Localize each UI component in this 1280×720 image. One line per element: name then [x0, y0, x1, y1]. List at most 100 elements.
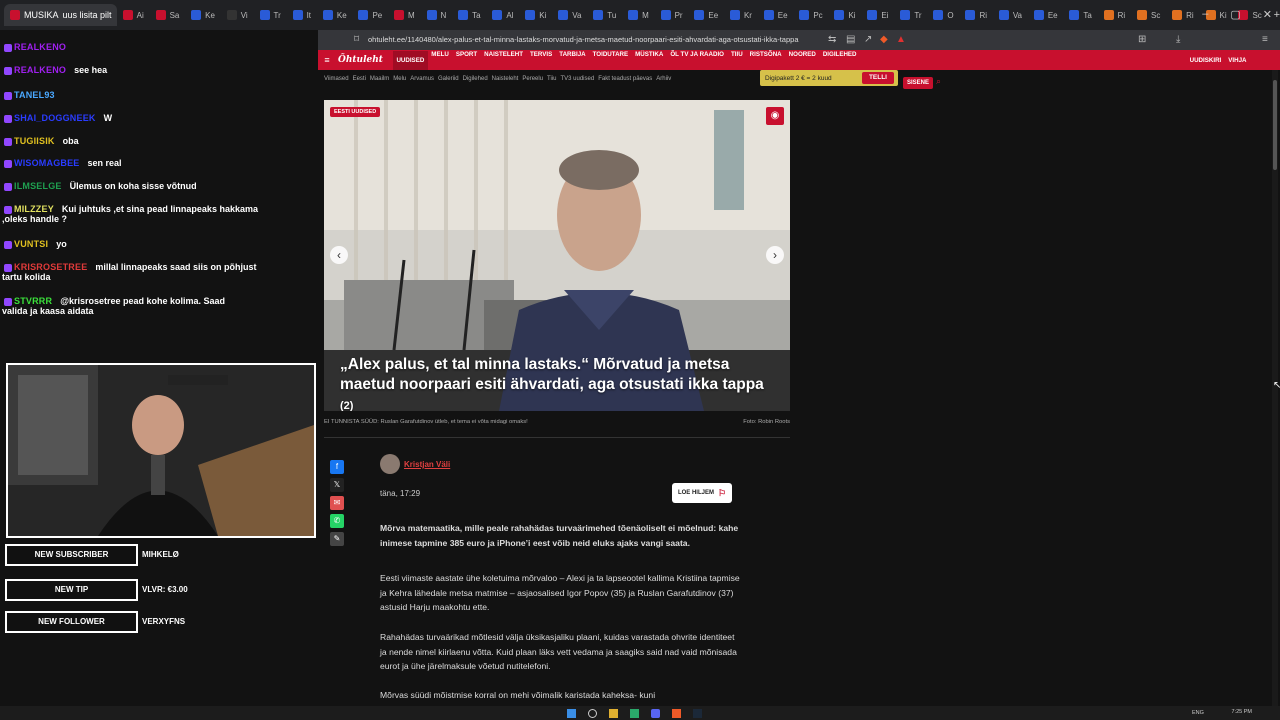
subnav-item[interactable]: Maailm [370, 76, 389, 82]
explorer-icon[interactable] [609, 709, 618, 718]
chat-username[interactable]: TUGIISIK [14, 136, 55, 146]
browser-tab[interactable]: Tr [254, 4, 287, 26]
steam-icon[interactable] [693, 709, 702, 718]
chat-username[interactable]: TANEL93 [14, 90, 55, 100]
browser-tab[interactable]: Pe [352, 4, 388, 26]
browser-tab[interactable]: Ki [828, 4, 861, 26]
shield-icon[interactable]: ◆ [880, 30, 888, 50]
subnav-item[interactable]: Naisteleht [492, 76, 519, 82]
extensions-icon[interactable]: ⊞ [1138, 30, 1146, 50]
promo-banner[interactable]: Digipakett 2 € = 2 kuud TELLI [760, 70, 898, 86]
browser-tab[interactable]: Sa [150, 4, 186, 26]
hamburger-icon[interactable]: ≡ [318, 55, 336, 65]
browser-tab[interactable]: Pr [655, 4, 689, 26]
nav-item[interactable]: TARBIJA [556, 51, 589, 70]
subnav-item[interactable]: Arhiiv [656, 76, 671, 82]
read-later-button[interactable]: LOE HILJEM ⚐ [672, 483, 732, 503]
email-icon[interactable]: ✉ [330, 496, 344, 510]
browser-tab[interactable]: Ee [758, 4, 794, 26]
browser-tab[interactable]: Pc [793, 4, 828, 26]
nav-item[interactable]: TERVIS [527, 51, 556, 70]
camera-icon[interactable]: ◉ [766, 107, 784, 125]
chat-username[interactable]: MILZZEY [14, 204, 54, 214]
category-tag[interactable]: EESTI UUDISED [330, 107, 381, 117]
rewards-icon[interactable]: ▲ [896, 30, 906, 50]
new-tab-icon[interactable]: + [1274, 9, 1280, 21]
translate-icon[interactable]: ⇆ [828, 30, 836, 50]
browser-tab[interactable]: Ee [1028, 4, 1064, 26]
browser-tab[interactable]: N [421, 4, 453, 26]
browser-tab[interactable]: It [287, 4, 317, 26]
subnav-item[interactable]: TV3 uudised [561, 76, 595, 82]
chat-username[interactable]: REALKENO [14, 42, 66, 52]
clock[interactable]: 7:25 PM [1232, 709, 1252, 715]
nav-item[interactable]: UUDISED [392, 50, 428, 70]
maximize-icon[interactable]: ▢ [1230, 8, 1240, 21]
url-field[interactable]: ohtuleht.ee/1140480/alex-palus-et-tal-mi… [368, 33, 828, 47]
nav-item[interactable]: SPORT [452, 51, 480, 70]
subnav-item[interactable]: Arvamus [410, 76, 434, 82]
subscribe-button[interactable]: TELLI [861, 72, 894, 84]
subnav-item[interactable]: Pereelu [522, 76, 543, 82]
browser-tab[interactable]: MUSIKA uus lisita pilt [4, 4, 117, 26]
browser-tab[interactable]: Ai [117, 4, 150, 26]
nav-item[interactable]: NAISTELEHT [481, 51, 527, 70]
chat-username[interactable]: SHAI_DOGGNEEK [14, 113, 96, 123]
hero-image[interactable]: EESTI UUDISED ◉ ‹ › „Alex palus, et tal … [324, 100, 790, 411]
browser-tab[interactable]: Tr [894, 4, 927, 26]
edit-icon[interactable]: ✎ [330, 532, 344, 546]
browser-tab[interactable]: Ri [1098, 4, 1131, 26]
chat-username[interactable]: STVRRR [14, 296, 52, 306]
nav-item[interactable]: MELU [428, 51, 453, 70]
next-arrow-icon[interactable]: › [766, 246, 784, 264]
minimize-icon[interactable]: – [1202, 8, 1208, 21]
article-headline[interactable]: „Alex palus, et tal minna lastaks.“ Mõrv… [340, 355, 770, 411]
browser-tab[interactable]: O [927, 4, 959, 26]
browser-tab[interactable]: Al [486, 4, 519, 26]
share-icon[interactable]: ↗ [864, 30, 872, 50]
subnav-item[interactable]: Fakt teadust päevas [598, 76, 652, 82]
browser-tab[interactable]: Ei [861, 4, 894, 26]
nav-item[interactable]: NOORED [785, 51, 819, 70]
chat-username[interactable]: WISOMAGBEE [14, 158, 80, 168]
whatsapp-icon[interactable]: ✆ [330, 514, 344, 528]
browser-tab[interactable]: Va [993, 4, 1028, 26]
app-icon[interactable] [630, 709, 639, 718]
browser-tab[interactable]: Ri [1166, 4, 1199, 26]
brave-icon[interactable] [672, 709, 681, 718]
language-indicator[interactable]: ENG [1192, 710, 1204, 716]
nav-item[interactable]: ÕL TV JA RAADIO [667, 51, 728, 70]
facebook-icon[interactable]: f [330, 460, 344, 474]
chat-username[interactable]: KRISROSETREE [14, 262, 87, 272]
menu-icon[interactable]: ≡ [1262, 30, 1268, 50]
author-avatar[interactable] [380, 454, 400, 474]
subnav-item[interactable]: Viimased [324, 76, 349, 82]
site-logo[interactable]: Õhtuleht [336, 55, 393, 65]
login-button[interactable]: SISENE [903, 77, 934, 89]
browser-tab[interactable]: Va [552, 4, 587, 26]
browser-tab[interactable]: Ee [688, 4, 724, 26]
scrollbar-thumb[interactable] [1273, 80, 1277, 170]
nav-item[interactable]: RISTSÕNA [746, 51, 785, 70]
nav-newsletter[interactable]: UUDISKIRI [1186, 57, 1225, 64]
search-icon[interactable]: ⌕ [936, 76, 941, 87]
browser-tab[interactable]: Tu [587, 4, 622, 26]
search-icon[interactable] [588, 709, 597, 718]
chat-username[interactable]: REALKENO [14, 65, 66, 75]
browser-tab[interactable]: Vi [221, 4, 254, 26]
nav-item[interactable]: TOIDUTARE [589, 51, 632, 70]
nav-item[interactable]: MÜSTIKA [632, 51, 667, 70]
subnav-item[interactable]: Galeriid [438, 76, 459, 82]
nav-item[interactable]: TIIU [727, 51, 746, 70]
chat-username[interactable]: VUNTSI [14, 239, 48, 249]
browser-tab[interactable]: Ke [317, 4, 353, 26]
browser-tab[interactable]: Ta [1063, 4, 1097, 26]
browser-tab[interactable]: Kr [724, 4, 758, 26]
subnav-item[interactable]: Melu [393, 76, 406, 82]
subnav-item[interactable]: Eesti [353, 76, 366, 82]
browser-tab[interactable]: Sc [1131, 4, 1166, 26]
start-icon[interactable] [567, 709, 576, 718]
browser-tab[interactable]: M [388, 4, 420, 26]
bookmark-icon[interactable]: ⌑ [354, 30, 359, 50]
browser-tab[interactable]: Ta [452, 4, 486, 26]
